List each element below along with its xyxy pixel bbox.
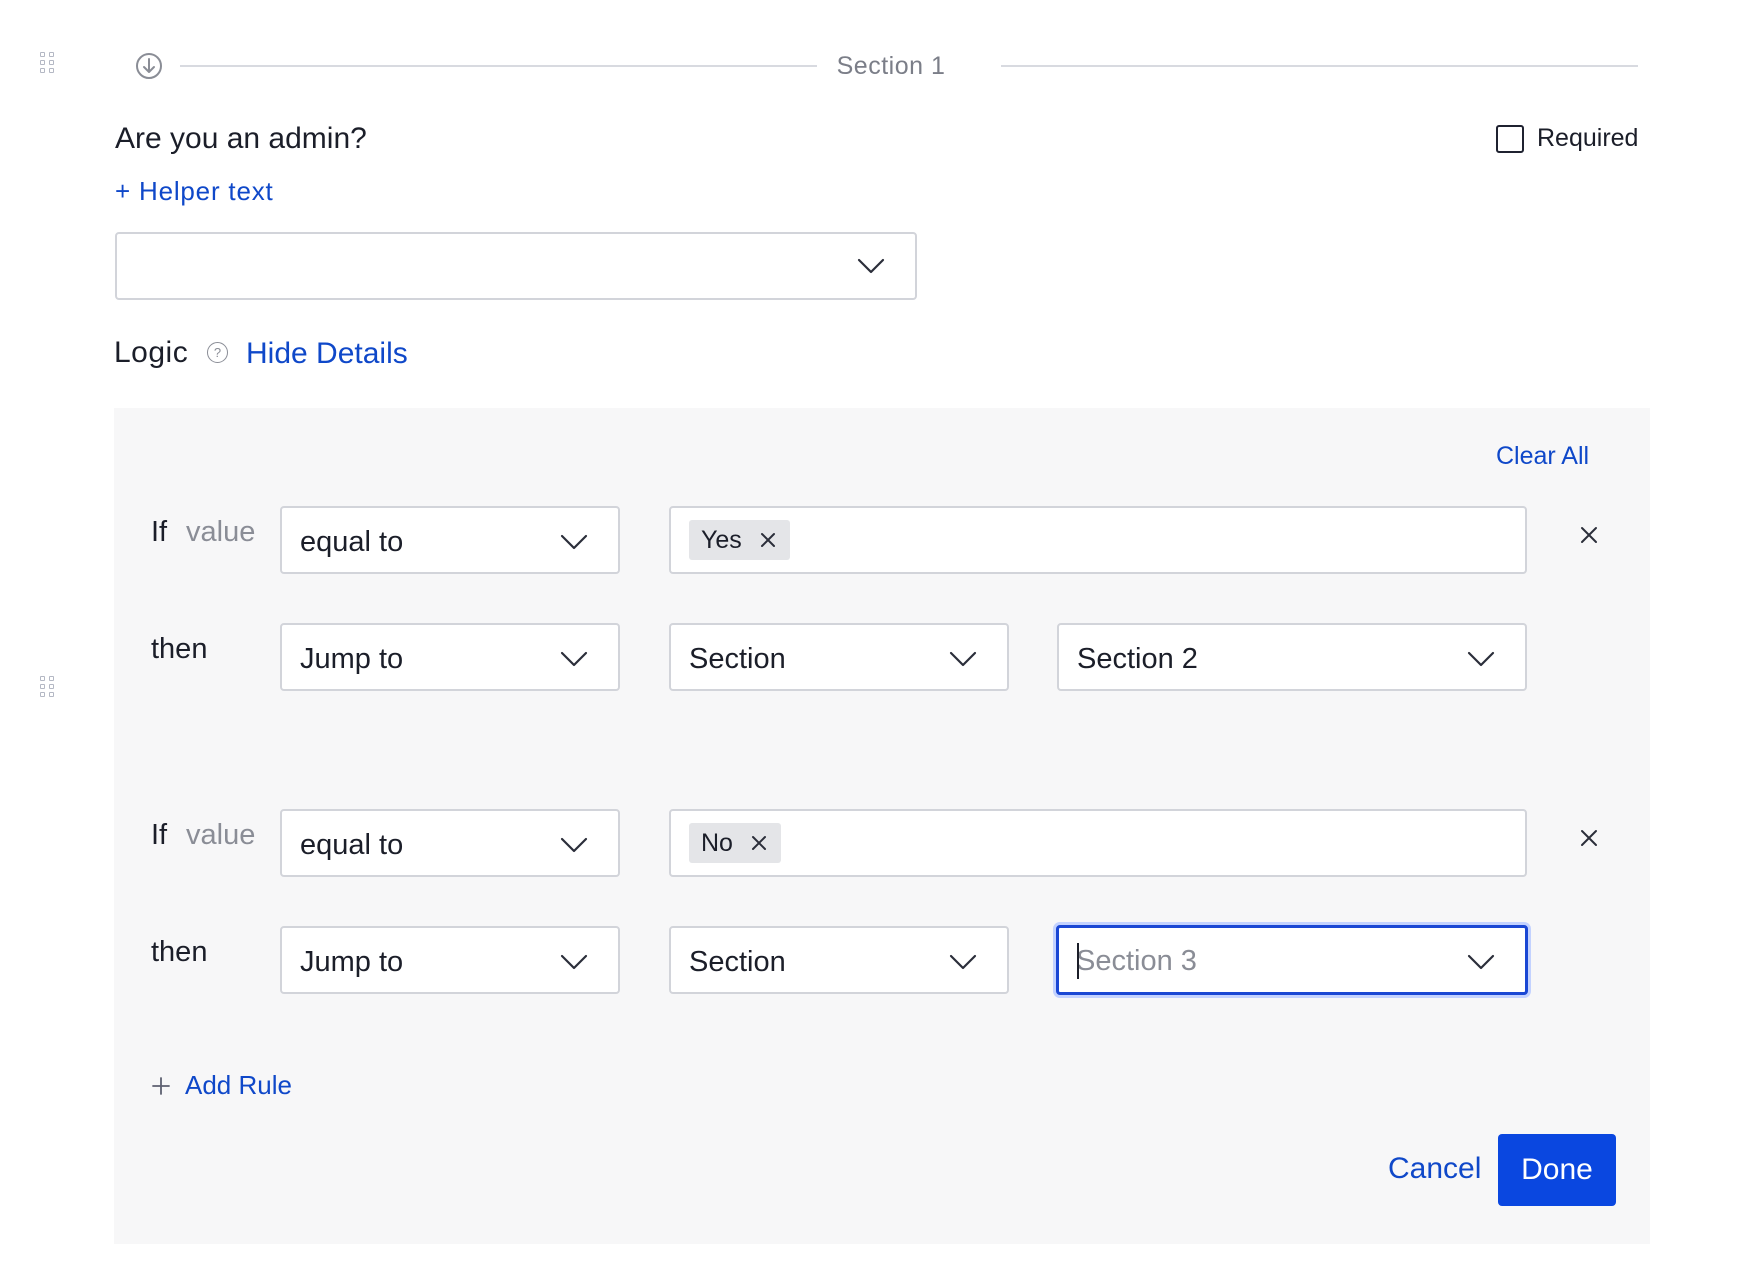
operator-dropdown[interactable]: equal to	[280, 506, 620, 574]
logic-label: Logic	[114, 336, 189, 369]
chevron-down-icon	[1467, 651, 1495, 667]
chevron-down-icon	[560, 837, 588, 853]
rule-then-label: then	[151, 936, 208, 968]
remove-tag-icon[interactable]	[751, 835, 767, 851]
action-value: Jump to	[300, 643, 404, 675]
value-tag: Yes	[689, 520, 790, 560]
target-type-value: Section	[689, 946, 786, 978]
section-title: Section 1	[836, 51, 946, 80]
chevron-down-icon	[949, 651, 977, 667]
operator-value: equal to	[300, 526, 404, 558]
drag-handle-icon[interactable]	[40, 52, 56, 76]
done-button[interactable]: Done	[1498, 1134, 1616, 1206]
remove-rule-icon[interactable]	[1578, 524, 1600, 546]
arrow-down-circle-icon[interactable]	[136, 53, 162, 79]
remove-tag-icon[interactable]	[760, 532, 776, 548]
chevron-down-icon	[949, 954, 977, 970]
rule-subject-label: value	[186, 819, 256, 851]
chevron-down-icon	[560, 954, 588, 970]
action-dropdown[interactable]: Jump to	[280, 926, 620, 994]
tag-label: Yes	[701, 525, 742, 554]
target-dropdown[interactable]: Section 3	[1056, 925, 1528, 995]
value-tag: No	[689, 823, 781, 863]
text-caret	[1077, 943, 1079, 979]
chevron-down-icon	[560, 651, 588, 667]
rule-subject-label: value	[186, 516, 256, 548]
drag-handle-icon[interactable]	[40, 676, 56, 700]
target-type-dropdown[interactable]: Section	[669, 623, 1009, 691]
chevron-down-icon	[1467, 954, 1495, 970]
target-type-dropdown[interactable]: Section	[669, 926, 1009, 994]
section-divider: Section 1	[136, 48, 1638, 84]
help-icon[interactable]: ?	[207, 342, 228, 363]
question-title[interactable]: Are you an admin?	[115, 122, 367, 156]
rule-if-label: If	[151, 516, 168, 548]
remove-rule-icon[interactable]	[1578, 827, 1600, 849]
plus-icon	[152, 1076, 170, 1095]
add-helper-text-link[interactable]: + Helper text	[115, 176, 274, 207]
value-multiselect[interactable]: Yes	[669, 506, 1527, 574]
divider-line	[180, 65, 817, 67]
operator-value: equal to	[300, 829, 404, 861]
add-rule-button[interactable]: Add Rule	[151, 1070, 292, 1101]
rule-then-label: then	[151, 633, 208, 665]
target-type-value: Section	[689, 643, 786, 675]
target-value[interactable]: Section 3	[1076, 945, 1197, 978]
action-value: Jump to	[300, 946, 404, 978]
value-multiselect[interactable]: No	[669, 809, 1527, 877]
hide-details-link[interactable]: Hide Details	[246, 337, 408, 371]
required-checkbox[interactable]	[1496, 124, 1524, 153]
rule-if-label: If	[151, 819, 168, 851]
required-toggle[interactable]: Required	[1496, 124, 1638, 153]
target-dropdown[interactable]: Section 2	[1057, 623, 1527, 691]
tag-label: No	[701, 828, 733, 857]
add-rule-label: Add Rule	[185, 1070, 292, 1100]
cancel-button[interactable]: Cancel	[1388, 1152, 1481, 1186]
action-dropdown[interactable]: Jump to	[280, 623, 620, 691]
clear-all-link[interactable]: Clear All	[1496, 442, 1589, 471]
chevron-down-icon	[857, 258, 885, 274]
operator-dropdown[interactable]: equal to	[280, 809, 620, 877]
answer-dropdown[interactable]	[115, 232, 917, 300]
chevron-down-icon	[560, 534, 588, 550]
divider-line	[1001, 65, 1638, 67]
required-label: Required	[1537, 124, 1639, 152]
target-value: Section 2	[1077, 643, 1198, 675]
